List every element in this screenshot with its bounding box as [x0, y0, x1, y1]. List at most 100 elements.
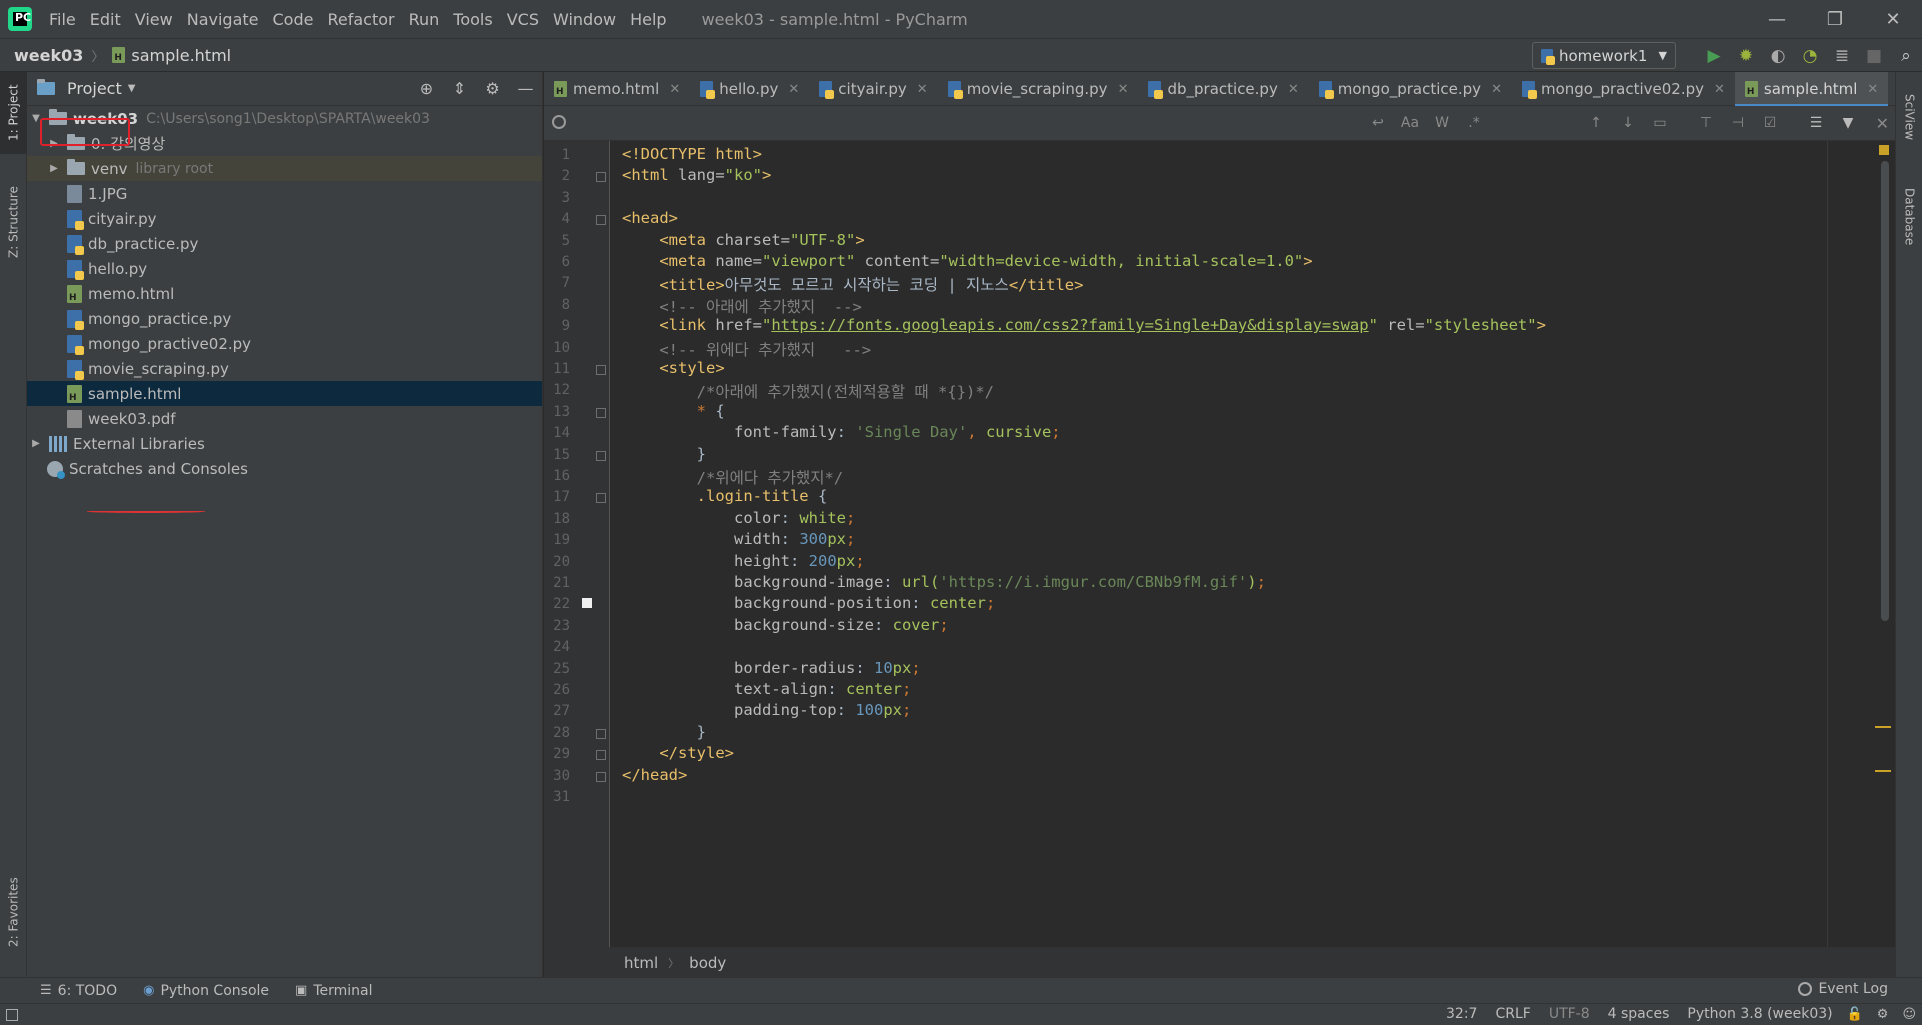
remove-selection-icon[interactable]: ⊣ [1722, 108, 1754, 138]
crumb-body[interactable]: body [689, 954, 726, 972]
scrollbar-thumb[interactable] [1881, 161, 1889, 621]
breadcrumb-file[interactable]: sample.html [112, 46, 231, 65]
code-line[interactable]: <html lang="ko"> [622, 166, 771, 184]
tool-windows-toggle-icon[interactable] [6, 1008, 18, 1021]
menu-window[interactable]: Window [546, 10, 623, 29]
code-line[interactable]: /*아래에 추가했지(전체적용할 때 *{})*/ [622, 380, 994, 402]
scroll-marker[interactable] [1875, 770, 1891, 772]
funnel-filter-icon[interactable]: ▼ [1832, 108, 1864, 138]
code-line[interactable]: /*위에다 추가했지*/ [622, 466, 843, 488]
profile-icon[interactable]: ◔ [1794, 39, 1826, 73]
editor-tab[interactable]: mongo_practice.py ✕ [1309, 72, 1512, 106]
tree-root-week03[interactable]: ▼ week03 C:\Users\song1\Desktop\SPARTA\w… [27, 106, 542, 131]
menu-file[interactable]: File [42, 10, 83, 29]
close-window-button[interactable]: ✕ [1864, 0, 1922, 38]
code-line[interactable]: <title>아무것도 모르고 시작하는 코딩 | 지노스</title> [622, 273, 1083, 295]
tree-item[interactable]: hello.py [27, 256, 542, 281]
fold-toggle-icon[interactable] [596, 215, 606, 226]
code-line[interactable]: .login-title { [622, 487, 828, 505]
code-line[interactable]: color: white; [622, 509, 855, 527]
favorites-tool-tab[interactable]: 2: Favorites [0, 862, 27, 962]
stop-icon[interactable]: ■ [1858, 39, 1890, 73]
next-occurrence-icon[interactable]: ↓ [1612, 108, 1644, 138]
todo-tool-tab[interactable]: ☰ 6: TODO [40, 983, 117, 999]
code-line[interactable]: <meta name="viewport" content="width=dev… [622, 252, 1312, 270]
code-line[interactable]: <link href="https://fonts.googleapis.com… [622, 316, 1546, 334]
expand-arrow-icon[interactable]: ▶ [29, 438, 43, 449]
tree-item[interactable]: mongo_practice.py [27, 306, 542, 331]
code-line[interactable]: </head> [622, 766, 687, 784]
close-tab-icon[interactable]: ✕ [1118, 82, 1129, 97]
find-history-icon[interactable]: ↩ [1362, 108, 1394, 138]
select-occurrences-icon[interactable]: ☑ [1754, 108, 1786, 138]
select-all-occurrences-icon[interactable]: ▭ [1644, 108, 1676, 138]
editor-scrollbar[interactable] [1875, 141, 1893, 947]
concurrency-icon[interactable]: ≣ [1826, 39, 1858, 73]
fold-toggle-icon[interactable] [596, 750, 606, 761]
sciview-tool-tab[interactable]: SciView [1896, 82, 1922, 152]
find-input[interactable] [552, 108, 1022, 138]
close-tab-icon[interactable]: ✕ [1491, 82, 1502, 97]
file-encoding[interactable]: UTF-8 [1549, 1006, 1590, 1022]
code-editor[interactable]: 1 2 3 4 5 6 7 8 9 10 11 12 13 14 15 16 17 18 19 20 21 22 23 24 2… [544, 141, 1895, 947]
close-tab-icon[interactable]: ✕ [1714, 82, 1725, 97]
hide-panel-icon[interactable]: — [509, 72, 542, 106]
structure-tool-tab[interactable]: Z: Structure [0, 172, 27, 272]
lock-icon[interactable]: 🔓 [1847, 1007, 1863, 1022]
menu-refactor[interactable]: Refactor [320, 10, 401, 29]
warning-indicator-icon[interactable] [1879, 145, 1889, 155]
menu-edit[interactable]: Edit [83, 10, 128, 29]
code-line[interactable]: text-align: center; [622, 680, 911, 698]
python-interpreter[interactable]: Python 3.8 (week03) [1687, 1006, 1832, 1022]
code-line[interactable]: } [622, 445, 706, 463]
code-line[interactable]: padding-top: 100px; [622, 701, 911, 719]
fold-toggle-icon[interactable] [596, 728, 606, 739]
menu-help[interactable]: Help [623, 10, 673, 29]
expand-arrow-icon[interactable]: ▼ [29, 113, 43, 124]
fold-toggle-icon[interactable] [596, 407, 606, 418]
expand-arrow-icon[interactable]: ▶ [47, 163, 61, 174]
whole-words-toggle[interactable]: W [1426, 108, 1458, 138]
tree-item[interactable]: cityair.py [27, 206, 542, 231]
match-case-toggle[interactable]: Aa [1394, 108, 1426, 138]
close-icon[interactable]: ✕ [1876, 114, 1889, 133]
breadcrumb-project[interactable]: week03 [14, 46, 83, 65]
code-line[interactable]: <meta charset="UTF-8"> [622, 231, 864, 249]
database-tool-tab[interactable]: Database [1896, 172, 1922, 262]
code-line[interactable]: background-size: cover; [622, 616, 949, 634]
editor-tab[interactable]: hello.py ✕ [690, 72, 809, 106]
menu-vcs[interactable]: VCS [500, 10, 546, 29]
restore-button[interactable]: ❐ [1806, 0, 1864, 38]
previous-occurrence-icon[interactable]: ↑ [1580, 108, 1612, 138]
code-line[interactable]: border-radius: 10px; [622, 659, 921, 677]
minimize-button[interactable]: — [1748, 0, 1806, 38]
editor-tab[interactable]: sample.html ✕ [1734, 72, 1889, 107]
project-tool-tab[interactable]: 1: Project [0, 72, 27, 154]
chevron-down-icon[interactable]: ▼ [128, 83, 136, 94]
inspection-icon[interactable]: ⚙ [1877, 1007, 1889, 1022]
close-tab-icon[interactable]: ✕ [669, 82, 680, 97]
notifications-icon[interactable]: ☺ [1902, 1007, 1916, 1022]
search-everywhere-icon[interactable]: ⌕ [1890, 39, 1922, 73]
caret-position[interactable]: 32:7 [1446, 1006, 1477, 1022]
locate-file-icon[interactable]: ⊕ [410, 72, 443, 106]
code-line[interactable]: background-image: url('https://i.imgur.c… [622, 573, 1266, 591]
editor-tab[interactable]: memo.html ✕ [544, 72, 690, 106]
tree-item[interactable]: ▶ 0. 강의영상 [27, 131, 542, 156]
editor-tab[interactable]: movie_scraping.py ✕ [938, 72, 1139, 106]
tree-item[interactable]: mongo_practive02.py [27, 331, 542, 356]
menu-tools[interactable]: Tools [446, 10, 499, 29]
menu-run[interactable]: Run [402, 10, 447, 29]
tree-item[interactable]: memo.html [27, 281, 542, 306]
run-icon[interactable]: ▶ [1698, 39, 1730, 73]
code-line[interactable]: width: 300px; [622, 530, 855, 548]
code-line[interactable]: <!-- 아래에 추가했지 --> [622, 295, 861, 317]
code-line[interactable]: height: 200px; [622, 552, 865, 570]
run-configuration-select[interactable]: homework1 ▼ [1532, 42, 1676, 69]
gear-icon[interactable]: ⚙ [476, 72, 509, 106]
fold-toggle-icon[interactable] [596, 365, 606, 375]
expand-arrow-icon[interactable]: ▶ [47, 138, 61, 149]
python-console-tool-tab[interactable]: ◉ Python Console [143, 983, 269, 999]
editor-tab[interactable]: db_practice.py ✕ [1138, 72, 1308, 106]
editor-tab[interactable]: mongo_practive02.py ✕ [1512, 72, 1735, 106]
